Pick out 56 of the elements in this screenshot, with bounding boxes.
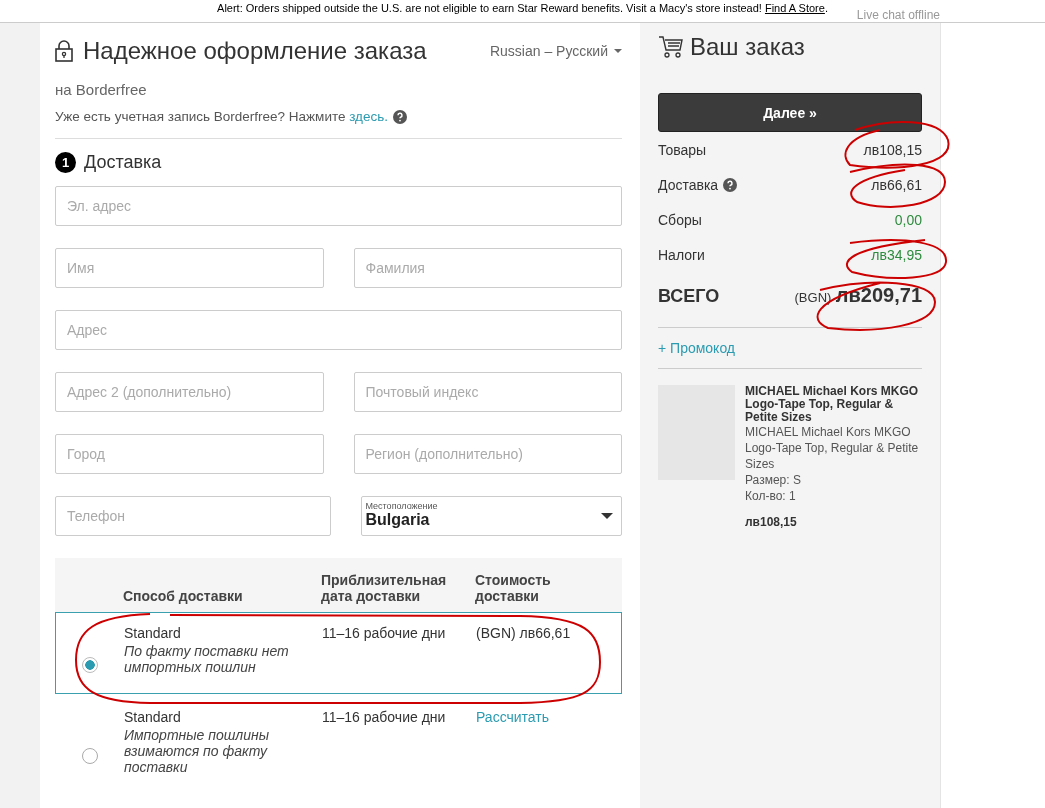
text-field[interactable]: Фамилия xyxy=(353,248,622,288)
radio-button[interactable] xyxy=(82,657,98,673)
summary-label: Товары xyxy=(658,141,707,158)
language-dropdown[interactable]: Russian – Русский xyxy=(489,43,622,59)
text-field[interactable]: Почтовый индекс xyxy=(353,372,622,412)
radio-button[interactable] xyxy=(82,748,98,764)
column-header: Стоимость доставки xyxy=(475,571,552,604)
text-field[interactable]: Эл. адрес xyxy=(55,186,622,226)
find-store-link[interactable]: Find A Store xyxy=(764,2,825,14)
summary-value: лв34,95 xyxy=(871,246,922,263)
summary-label: Доставка xyxy=(658,176,719,193)
summary-value: 0,00 xyxy=(894,211,922,228)
total-label: ВСЕГО xyxy=(658,286,720,307)
shipping-method-name: Standard xyxy=(124,709,182,725)
checkout-title: Надежное оформление заказа xyxy=(83,37,427,65)
shipping-method-name: Standard xyxy=(124,625,182,641)
total-amount: лв209,71 xyxy=(835,284,922,306)
text-field[interactable]: Регион (дополнительно) xyxy=(353,434,622,474)
shipping-cost: (BGN) лв66,61 xyxy=(476,625,571,641)
summary-label: Налоги xyxy=(658,246,705,263)
column-header: Приблизительная дата доставки xyxy=(321,571,448,604)
text-field[interactable]: Телефон xyxy=(55,496,331,536)
shipping-option[interactable]: Standard По факту поставки нет импортных пошлин 11–16 рабочие дни (BGN) лв66,61 xyxy=(55,612,622,694)
next-button[interactable]: Далее » xyxy=(658,93,922,132)
delivery-estimate: 11–16 рабочие дни xyxy=(322,625,447,643)
column-header: Способ доставки xyxy=(123,587,244,604)
alert-message: Alert: Orders shipped outside the U.S. are not eligible to earn Star Reward benefits. Visit a Macy's store instead! Find A Store. xyxy=(217,2,828,16)
caret-icon xyxy=(614,49,622,53)
text-field[interactable]: Город xyxy=(55,434,324,474)
product-title: MICHAEL Michael Kors MKGO Logo-Tape Top, Regular & Petite Sizes xyxy=(745,385,920,424)
product-price: лв108,15 xyxy=(745,514,798,530)
summary-label: Сборы xyxy=(658,211,702,228)
step-title: Доставка xyxy=(84,152,162,173)
shipping-option[interactable]: Standard Импортные пошлины взимаются по факту поставки 11–16 рабочие дни Рассчитать xyxy=(55,696,622,792)
shipping-method-note: По факту поставки нет импортных пошлин xyxy=(124,643,290,675)
order-title: Ваш заказ xyxy=(690,33,805,61)
lock-icon xyxy=(55,40,73,62)
product-description: MICHAEL Michael Kors MKGO Logo-Tape Top, Regular & Petite Sizes xyxy=(745,424,920,472)
help-icon[interactable] xyxy=(723,177,738,192)
location-select[interactable]: Местоположение Bulgaria xyxy=(360,496,622,536)
account-prompt: Уже есть учетная запись Borderfree? Нажмите здесь. xyxy=(55,109,389,124)
summary-value: лв108,15 xyxy=(863,141,922,158)
product-size: Размер: S xyxy=(745,472,802,488)
text-field[interactable]: Адрес xyxy=(55,310,622,350)
text-field[interactable]: Адрес 2 (дополнительно) xyxy=(55,372,324,412)
summary-value: лв66,61 xyxy=(871,176,922,193)
checkout-subtitle: на Borderfree xyxy=(55,81,148,98)
total-currency: (BGN) xyxy=(794,290,832,305)
step-number: 1 xyxy=(55,152,76,173)
product-quantity: Кол-во: 1 xyxy=(745,488,797,504)
delivery-estimate: 11–16 рабочие дни xyxy=(322,709,447,727)
shipping-method-note: Импортные пошлины взимаются по факту поставки xyxy=(124,727,271,775)
cart-icon xyxy=(658,35,684,59)
help-icon[interactable] xyxy=(393,109,408,124)
text-field[interactable]: Имя xyxy=(55,248,324,288)
live-chat-status: Live chat offline xyxy=(856,8,940,22)
